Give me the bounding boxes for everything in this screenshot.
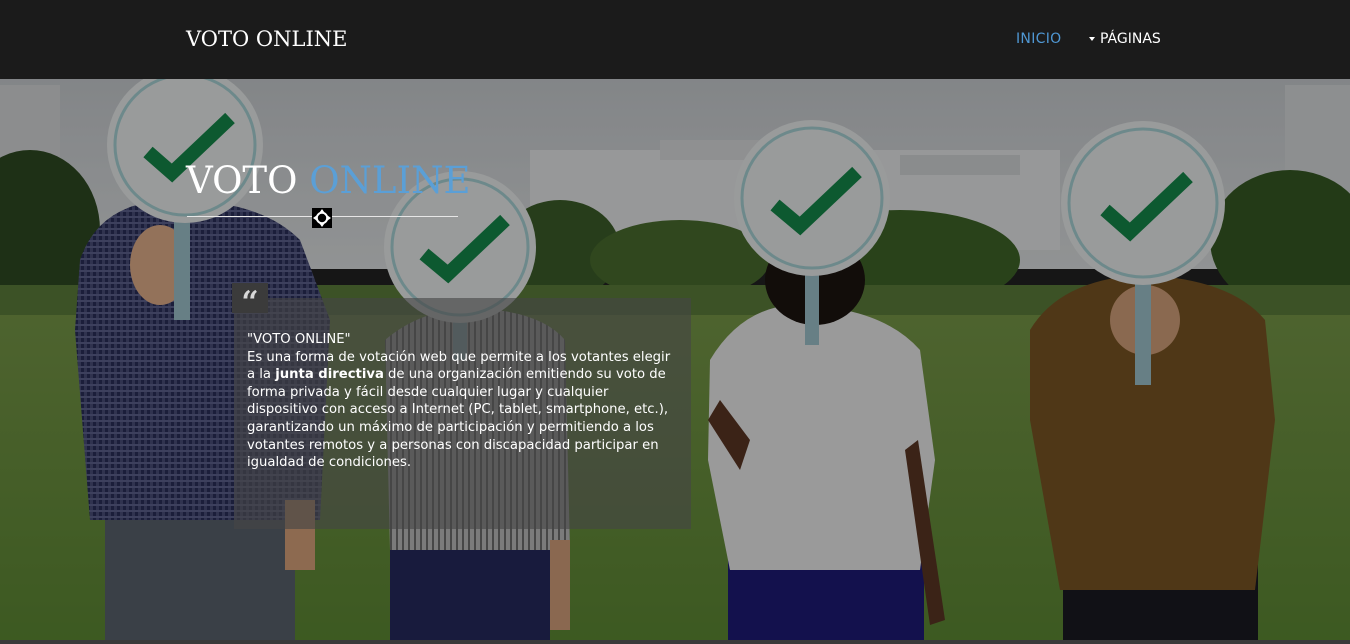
nav-paginas-label: PÁGINAS (1100, 31, 1161, 47)
caret-down-icon (1089, 37, 1095, 41)
bottom-strip (0, 640, 1350, 644)
quote-body-end: de una organización emitiendo su voto de… (247, 367, 669, 471)
hero-title-part2: ONLINE (309, 159, 471, 202)
quote-left-icon: “ (232, 283, 268, 320)
quote-text: "VOTO ONLINE" Es una forma de votación w… (247, 331, 672, 472)
nav-inicio-link[interactable]: INICIO (1016, 31, 1061, 47)
hero-title-part1: VOTO (186, 159, 298, 202)
brand-logo[interactable]: VOTO ONLINE (186, 27, 347, 51)
hero-title: VOTO ONLINE (186, 159, 470, 202)
quote-heading: "VOTO ONLINE" (247, 332, 351, 347)
move-handle-icon[interactable] (312, 208, 332, 228)
nav-paginas-dropdown[interactable]: PÁGINAS (1089, 31, 1161, 47)
top-navbar: VOTO ONLINE INICIO PÁGINAS (0, 0, 1350, 79)
quote-body-bold: junta directiva (275, 367, 384, 383)
